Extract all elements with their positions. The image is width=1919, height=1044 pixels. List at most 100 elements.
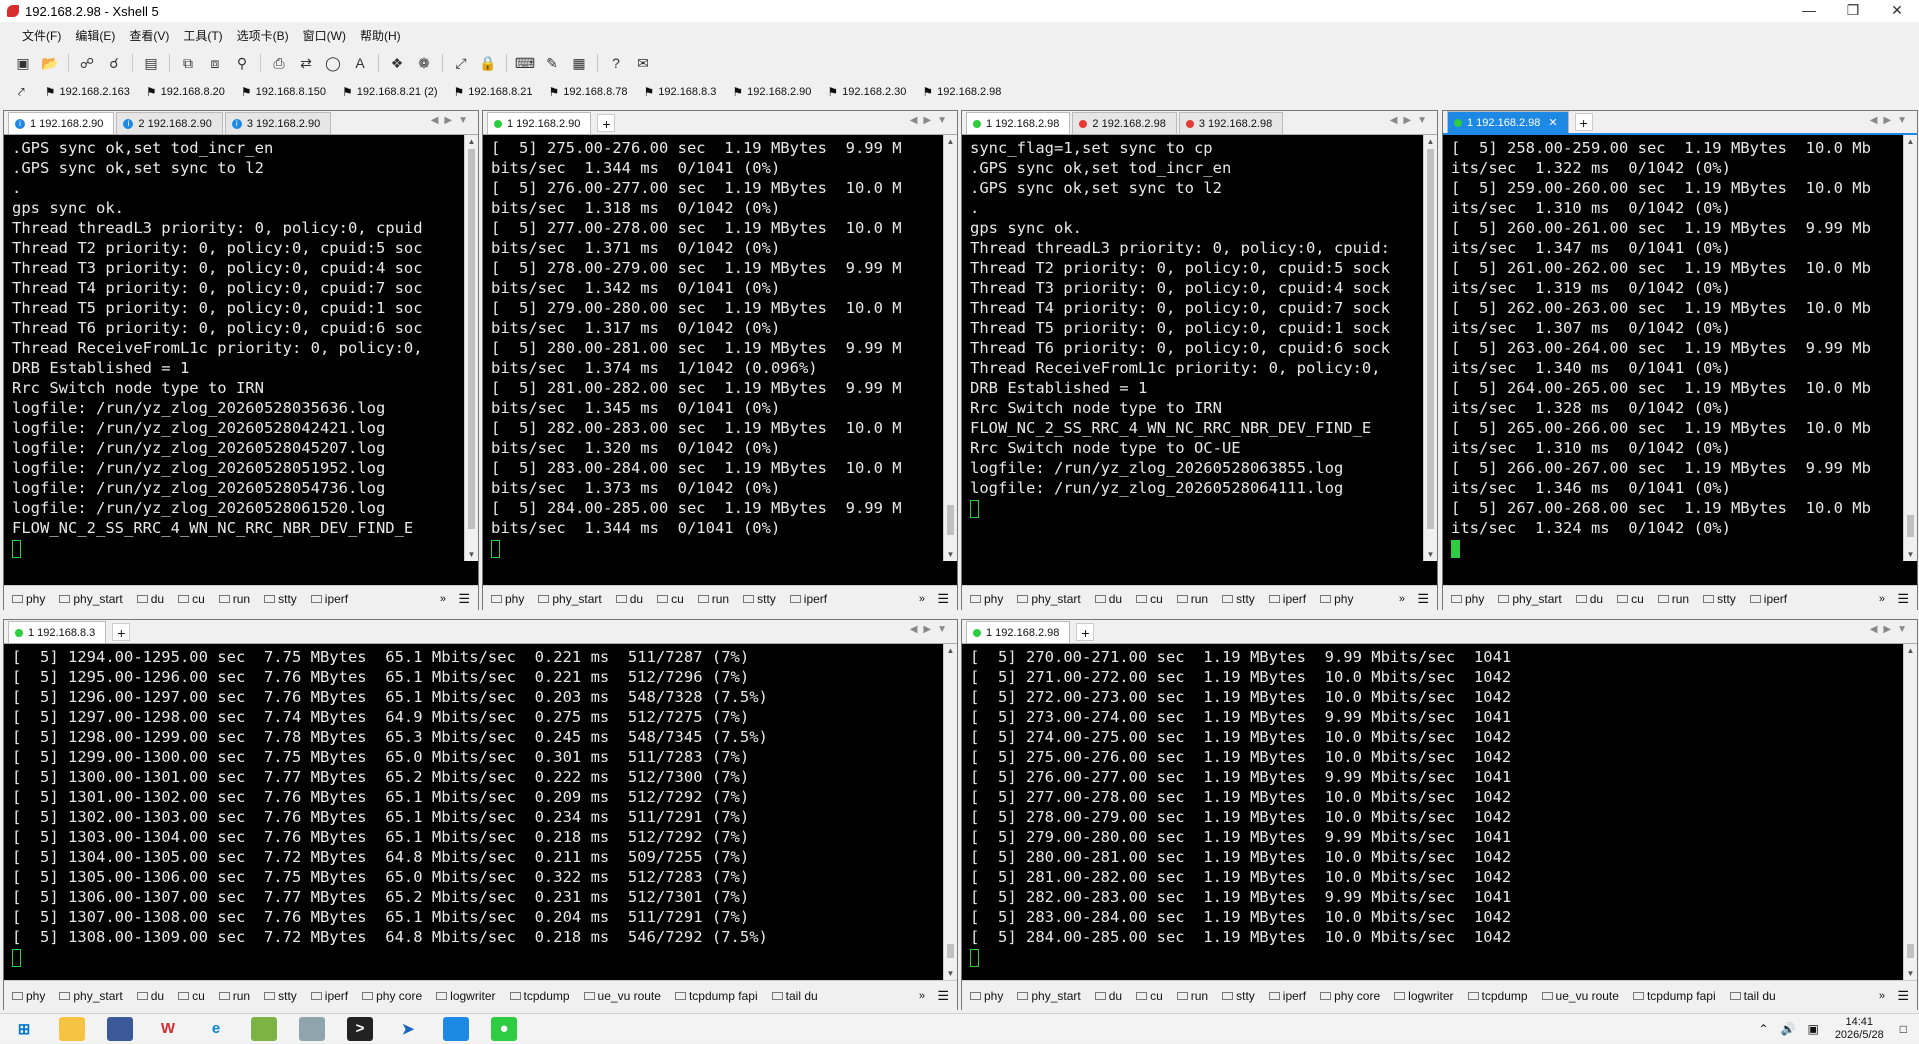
quick-command-button[interactable]: phy_start xyxy=(1017,592,1081,606)
vertical-scrollbar[interactable]: ▲ ▼ xyxy=(943,135,957,561)
session-tab-active[interactable]: 1 192.168.2.98 ✕ xyxy=(1447,111,1569,133)
session-tab[interactable]: 1 192.168.2.90 xyxy=(487,112,592,134)
vertical-scrollbar[interactable]: ▲ ▼ xyxy=(464,135,478,561)
quick-command-button[interactable]: logwriter xyxy=(436,989,496,1003)
add-tab-button[interactable]: + xyxy=(1574,113,1593,131)
quick-command-button[interactable]: run xyxy=(1176,592,1208,606)
quick-command-button[interactable]: phy xyxy=(491,592,524,606)
hamburger-menu-icon[interactable]: ☰ xyxy=(937,591,949,607)
quick-command-button[interactable]: phy xyxy=(970,989,1003,1003)
link-item[interactable]: ⚑ 192.168.2.98 xyxy=(922,85,1001,99)
more-commands-icon[interactable]: » xyxy=(1879,593,1885,605)
scroll-up-icon[interactable]: ▲ xyxy=(465,137,478,146)
menu-view[interactable]: 查看(V) xyxy=(129,27,169,44)
session-tab[interactable]: 1 192.168.8.3 xyxy=(8,621,107,643)
connect-icon[interactable]: ☍ xyxy=(78,55,96,71)
scroll-down-icon[interactable]: ▼ xyxy=(944,969,957,978)
session-tab[interactable]: 1 192.168.2.98 xyxy=(966,112,1071,134)
vertical-scrollbar[interactable]: ▲ ▼ xyxy=(1903,135,1917,561)
quick-command-button[interactable]: phy_start xyxy=(538,592,602,606)
session-tab[interactable]: i1 192.168.2.90 xyxy=(8,112,115,134)
quick-command-button[interactable]: iperf xyxy=(1268,592,1306,606)
tab-scroll-arrows[interactable]: ◀▶▼ xyxy=(1870,115,1913,126)
terminal-output[interactable]: .GPS sync ok,set tod_incr_en .GPS sync ok… xyxy=(4,135,464,561)
hamburger-menu-icon[interactable]: ☰ xyxy=(1417,591,1429,607)
disconnect-icon[interactable]: ☌ xyxy=(105,55,123,71)
quick-command-button[interactable]: stty xyxy=(1703,592,1736,606)
quick-command-button[interactable]: logwriter xyxy=(1394,989,1454,1003)
session-tab[interactable]: i2 192.168.2.90 xyxy=(116,112,223,134)
paste-icon[interactable]: ⧈ xyxy=(206,55,224,71)
lock-icon[interactable]: 🔒 xyxy=(479,55,497,71)
quick-command-button[interactable]: phy xyxy=(12,989,45,1003)
link-item[interactable]: ⚑ 192.168.2.30 xyxy=(827,85,906,99)
session-tab[interactable]: 1 192.168.2.98 xyxy=(966,621,1071,643)
properties-icon[interactable]: ▤ xyxy=(142,55,160,71)
app-icon[interactable] xyxy=(107,1016,133,1041)
session-tab[interactable]: 3 192.168.2.98 xyxy=(1178,112,1284,134)
quick-command-button[interactable]: run xyxy=(218,989,250,1003)
quick-command-button[interactable]: iperf xyxy=(310,592,348,606)
wechat-icon[interactable]: ● xyxy=(491,1016,517,1041)
link-item[interactable]: ⚑ 192.168.8.3 xyxy=(644,85,717,99)
tunnel-icon[interactable]: ❁ xyxy=(415,55,433,71)
compose-icon[interactable]: ✎ xyxy=(543,55,561,71)
tray-expand-icon[interactable]: ⌃ xyxy=(1758,1022,1768,1036)
hamburger-menu-icon[interactable]: ☰ xyxy=(1897,591,1909,607)
quick-command-button[interactable]: run xyxy=(1657,592,1689,606)
quick-command-button[interactable]: phy_start xyxy=(1017,989,1081,1003)
more-commands-icon[interactable]: » xyxy=(919,593,925,605)
restore-button[interactable]: ❐ xyxy=(1831,0,1875,22)
quick-command-button[interactable]: cu xyxy=(657,592,684,606)
quick-command-button[interactable]: phy_start xyxy=(59,592,123,606)
quick-command-button[interactable]: cu xyxy=(178,592,205,606)
quick-command-button[interactable]: ue_vu route xyxy=(1541,989,1619,1003)
scroll-down-icon[interactable]: ▼ xyxy=(1904,969,1917,978)
vertical-scrollbar[interactable]: ▲ ▼ xyxy=(943,644,957,980)
link-item[interactable]: ⚑ 192.168.2.90 xyxy=(732,85,811,99)
add-tab-button[interactable]: + xyxy=(1076,622,1095,641)
link-item[interactable]: ⚑ 192.168.8.20 xyxy=(146,85,225,99)
menu-tools[interactable]: 工具(T) xyxy=(183,27,222,44)
quick-command-button[interactable]: stty xyxy=(1222,592,1255,606)
menu-file[interactable]: 文件(F) xyxy=(22,27,61,44)
quick-command-button[interactable]: du xyxy=(1094,989,1122,1003)
hamburger-menu-icon[interactable]: ☰ xyxy=(1897,988,1909,1004)
quick-command-button[interactable]: phy core xyxy=(1320,989,1380,1003)
scroll-up-icon[interactable]: ▲ xyxy=(1904,646,1917,655)
terminal-output[interactable]: [ 5] 258.00-259.00 sec 1.19 MBytes 10.0 … xyxy=(1443,135,1903,561)
quick-command-button[interactable]: run xyxy=(218,592,250,606)
link-item[interactable]: ⚑ 192.168.8.78 xyxy=(549,85,628,99)
help-icon[interactable]: ? xyxy=(607,55,625,71)
clock[interactable]: 14:41 2026/5/28 xyxy=(1835,1016,1884,1042)
quick-command-button[interactable]: cu xyxy=(1136,592,1163,606)
scroll-down-icon[interactable]: ▼ xyxy=(465,550,478,559)
quick-command-button[interactable]: stty xyxy=(743,592,776,606)
menu-edit[interactable]: 编辑(E) xyxy=(75,27,115,44)
quick-command-button[interactable]: ue_vu route xyxy=(583,989,661,1003)
quick-command-button[interactable]: stty xyxy=(264,989,297,1003)
keyboard-icon[interactable]: ⌨ xyxy=(515,55,535,71)
scroll-down-icon[interactable]: ▼ xyxy=(944,550,957,559)
scroll-up-icon[interactable]: ▲ xyxy=(1904,137,1917,146)
scroll-thumb[interactable] xyxy=(1907,944,1914,958)
more-commands-icon[interactable]: » xyxy=(440,593,446,605)
close-button[interactable]: ✕ xyxy=(1875,0,1919,22)
quick-command-button[interactable]: iperf xyxy=(1268,989,1306,1003)
quick-command-button[interactable]: tcpdump fapi xyxy=(1632,989,1716,1003)
wps-icon[interactable]: W xyxy=(155,1017,181,1041)
app-icon[interactable] xyxy=(443,1016,469,1041)
scroll-thumb[interactable] xyxy=(1427,149,1434,529)
scroll-thumb[interactable] xyxy=(468,149,475,529)
quick-command-button[interactable]: phy core xyxy=(362,989,422,1003)
quick-command-button[interactable]: cu xyxy=(178,989,205,1003)
terminal-output[interactable]: [ 5] 1294.00-1295.00 sec 7.75 MBytes 65.… xyxy=(4,644,943,980)
quick-command-button[interactable]: du xyxy=(1575,592,1603,606)
quick-command-button[interactable]: iperf xyxy=(1749,592,1787,606)
edge-browser-icon[interactable]: e xyxy=(203,1017,229,1041)
file-explorer-icon[interactable] xyxy=(59,1016,85,1041)
quick-command-button[interactable]: du xyxy=(1094,592,1122,606)
more-commands-icon[interactable]: » xyxy=(1399,593,1405,605)
scroll-thumb[interactable] xyxy=(947,944,954,958)
quick-command-button[interactable]: tcpdump fapi xyxy=(674,989,758,1003)
